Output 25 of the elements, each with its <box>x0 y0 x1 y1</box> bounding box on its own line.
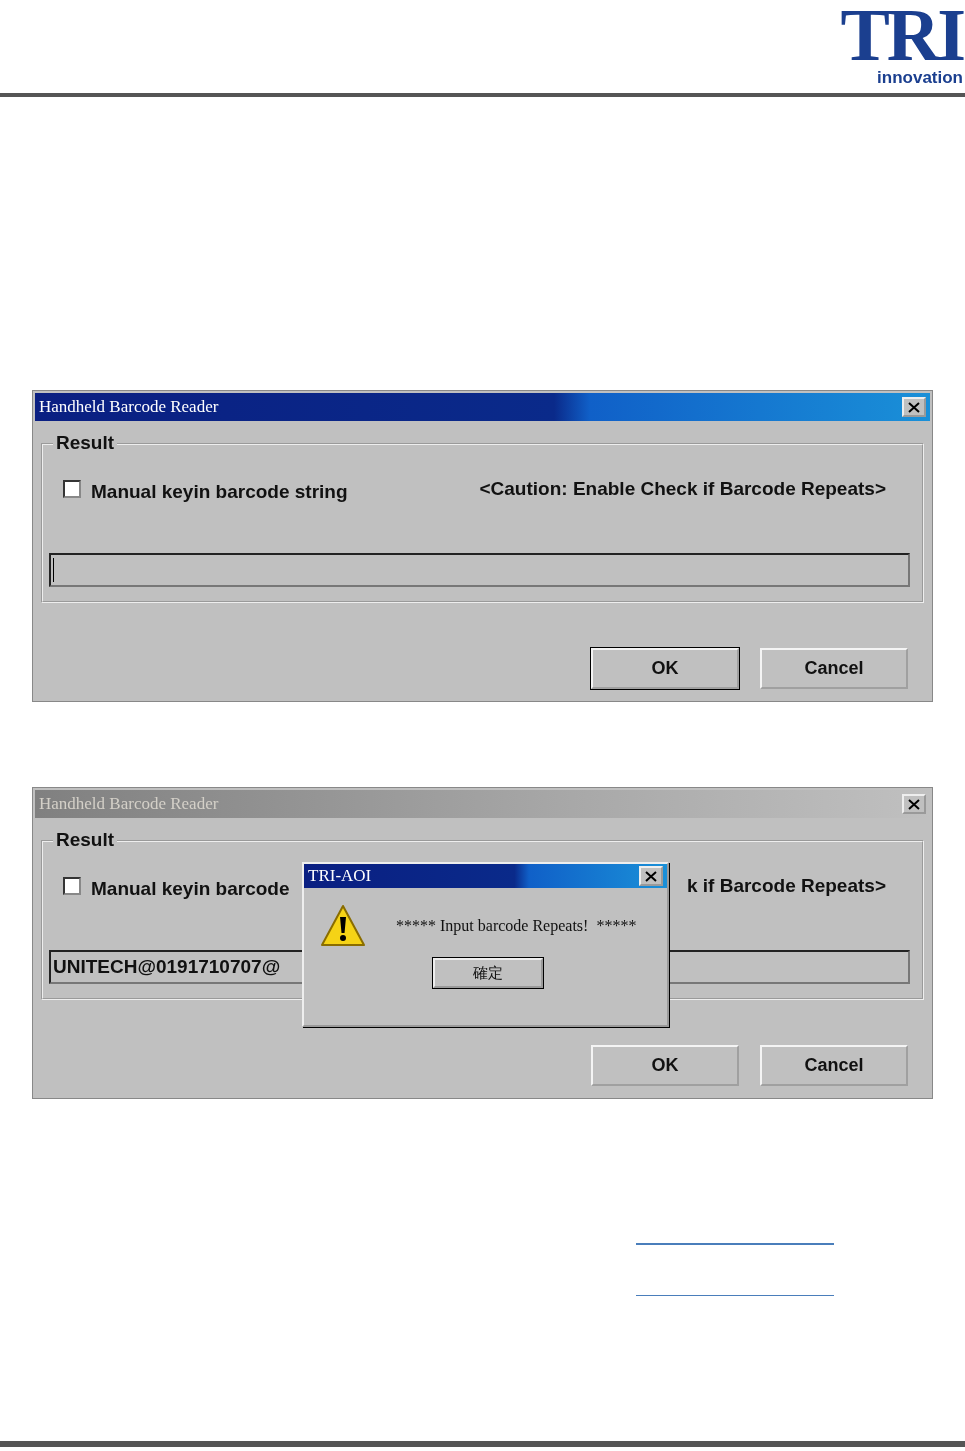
window-title: Handheld Barcode Reader <box>39 397 219 417</box>
close-icon <box>908 798 920 810</box>
cancel-button[interactable]: Cancel <box>760 648 908 689</box>
caution-text: k if Barcode Repeats> <box>686 875 886 897</box>
barcode-input-field[interactable] <box>49 553 910 587</box>
checkbox[interactable] <box>63 877 81 895</box>
logo-tagline: innovation <box>877 68 963 88</box>
close-button[interactable] <box>639 866 663 886</box>
confirm-button[interactable]: 確定 <box>432 958 543 988</box>
close-button[interactable] <box>902 794 926 814</box>
window-title: TRI-AOI <box>308 866 372 886</box>
checkbox[interactable] <box>63 480 81 498</box>
checkbox-label: Manual keyin barcode string <box>91 481 348 503</box>
close-button[interactable] <box>902 397 926 417</box>
close-icon <box>908 401 920 413</box>
window-title: Handheld Barcode Reader <box>39 794 219 814</box>
warning-icon <box>320 904 366 948</box>
caution-text: <Caution: Enable Check if Barcode Repeats> <box>479 478 886 500</box>
close-icon <box>645 870 657 882</box>
ok-button[interactable]: OK <box>591 1045 739 1086</box>
ok-button[interactable]: OK <box>591 648 739 689</box>
checkbox-label: Manual keyin barcode <box>91 878 290 900</box>
logo-letters: TRI <box>840 2 963 68</box>
message-text: ***** Input barcode Repeats! ***** <box>396 917 637 935</box>
cancel-button[interactable]: Cancel <box>760 1045 908 1086</box>
